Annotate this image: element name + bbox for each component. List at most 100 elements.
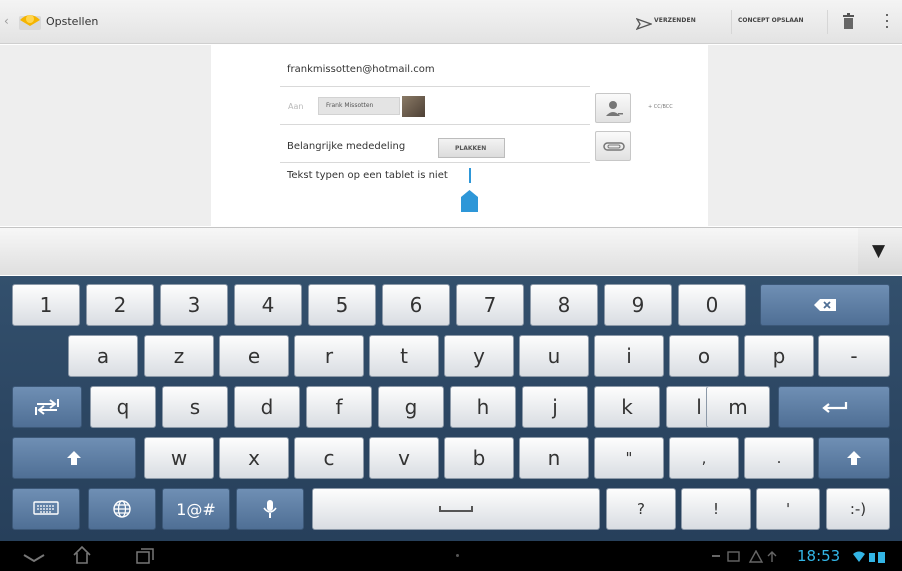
key-u[interactable]: u: [519, 335, 589, 377]
key-p[interactable]: p: [744, 335, 814, 377]
key-i[interactable]: i: [594, 335, 664, 377]
nav-home-icon[interactable]: [72, 545, 92, 569]
shift-key-left[interactable]: [12, 437, 136, 479]
notification-icons[interactable]: [710, 549, 794, 568]
cursor-handle-icon[interactable]: [461, 190, 478, 212]
image-notification-icon: [727, 551, 740, 562]
save-draft-button[interactable]: CONCEPT OPSLAAN: [738, 17, 804, 24]
send-icon[interactable]: [635, 15, 653, 34]
voice-input-key[interactable]: [236, 488, 304, 530]
status-dot: [456, 554, 459, 557]
key-g[interactable]: g: [378, 386, 444, 428]
key-a[interactable]: a: [68, 335, 138, 377]
recipient-name: Frank Missotten: [326, 102, 374, 109]
key-c[interactable]: c: [294, 437, 364, 479]
status-icons: [852, 549, 898, 568]
overflow-menu-icon[interactable]: [885, 12, 889, 30]
key-smiley[interactable]: :-): [826, 488, 890, 530]
symbols-key[interactable]: 1@#: [162, 488, 230, 530]
globe-icon: [113, 500, 131, 518]
key-m[interactable]: m: [706, 386, 770, 428]
triangle-down-icon[interactable]: ▼: [872, 241, 885, 261]
key-period[interactable]: .: [744, 437, 814, 479]
paste-button-label[interactable]: PLAKKEN: [455, 145, 486, 152]
send-button[interactable]: VERZENDEN: [654, 17, 696, 24]
key-question[interactable]: ?: [606, 488, 676, 530]
key-b[interactable]: b: [444, 437, 514, 479]
key-0[interactable]: 0: [678, 284, 746, 326]
warning-icon: [748, 549, 764, 563]
space-key[interactable]: [312, 488, 600, 530]
key-4[interactable]: 4: [234, 284, 302, 326]
key-j[interactable]: j: [522, 386, 588, 428]
clock: 18:53: [797, 547, 841, 565]
key-7[interactable]: 7: [456, 284, 524, 326]
onscreen-keyboard: 1 2 3 4 5 6 7 8 9 0 a z e r t y u i o p …: [0, 276, 902, 541]
up-caret-icon[interactable]: ‹: [4, 14, 9, 28]
divider: [731, 10, 732, 34]
key-f[interactable]: f: [306, 386, 372, 428]
tab-arrows-icon: [35, 399, 59, 415]
enter-key[interactable]: [778, 386, 890, 428]
key-r[interactable]: r: [294, 335, 364, 377]
key-quote[interactable]: ": [594, 437, 664, 479]
key-9[interactable]: 9: [604, 284, 672, 326]
key-apostrophe[interactable]: ': [756, 488, 820, 530]
signal-icon: [869, 553, 875, 562]
divider: [280, 86, 590, 87]
person-add-icon: [606, 101, 623, 116]
key-v[interactable]: v: [369, 437, 439, 479]
shift-key-right[interactable]: [818, 437, 890, 479]
key-n[interactable]: n: [519, 437, 589, 479]
key-s[interactable]: s: [162, 386, 228, 428]
nav-recent-apps-icon[interactable]: [136, 548, 154, 568]
divider: [827, 10, 828, 34]
cc-bcc-link[interactable]: + CC/BCC: [648, 104, 673, 110]
page-title: Opstellen: [46, 15, 99, 28]
battery-icon: [878, 552, 885, 563]
key-5[interactable]: 5: [308, 284, 376, 326]
key-comma[interactable]: ,: [669, 437, 739, 479]
key-z[interactable]: z: [144, 335, 214, 377]
language-key[interactable]: [88, 488, 156, 530]
key-6[interactable]: 6: [382, 284, 450, 326]
key-e[interactable]: e: [219, 335, 289, 377]
email-app-icon[interactable]: [17, 10, 43, 34]
key-x[interactable]: x: [219, 437, 289, 479]
key-q[interactable]: q: [90, 386, 156, 428]
add-contact-button[interactable]: [595, 93, 631, 123]
message-body-field[interactable]: Tekst typen op een tablet is niet: [287, 170, 448, 181]
compose-form: [211, 45, 708, 226]
key-t[interactable]: t: [369, 335, 439, 377]
keyboard-settings-key[interactable]: [12, 488, 80, 530]
backspace-key[interactable]: [760, 284, 890, 326]
key-k[interactable]: k: [594, 386, 660, 428]
trash-icon[interactable]: [843, 12, 854, 30]
key-1[interactable]: 1: [12, 284, 80, 326]
shift-arrow-icon: [67, 451, 81, 465]
to-field-label: Aan: [288, 102, 304, 111]
key-3[interactable]: 3: [160, 284, 228, 326]
key-dash[interactable]: -: [818, 335, 890, 377]
nav-back-icon[interactable]: [22, 549, 46, 568]
key-2[interactable]: 2: [86, 284, 154, 326]
wifi-icon: [853, 551, 865, 562]
shift-arrow-icon: [847, 451, 861, 465]
from-address[interactable]: frankmissotten@hotmail.com: [287, 64, 435, 75]
key-y[interactable]: y: [444, 335, 514, 377]
recipient-avatar: [402, 96, 425, 117]
key-o[interactable]: o: [669, 335, 739, 377]
key-d[interactable]: d: [234, 386, 300, 428]
subject-field[interactable]: Belangrijke mededeling: [287, 141, 405, 152]
enter-arrow-icon: [822, 402, 848, 413]
divider: [280, 162, 590, 163]
key-exclamation[interactable]: !: [681, 488, 751, 530]
suggestion-strip: [0, 227, 902, 275]
attach-button[interactable]: [595, 131, 631, 161]
key-8[interactable]: 8: [530, 284, 598, 326]
backspace-icon: [814, 299, 836, 311]
keyboard-icon: [33, 501, 59, 515]
key-w[interactable]: w: [144, 437, 214, 479]
key-h[interactable]: h: [450, 386, 516, 428]
tab-key[interactable]: [12, 386, 82, 428]
